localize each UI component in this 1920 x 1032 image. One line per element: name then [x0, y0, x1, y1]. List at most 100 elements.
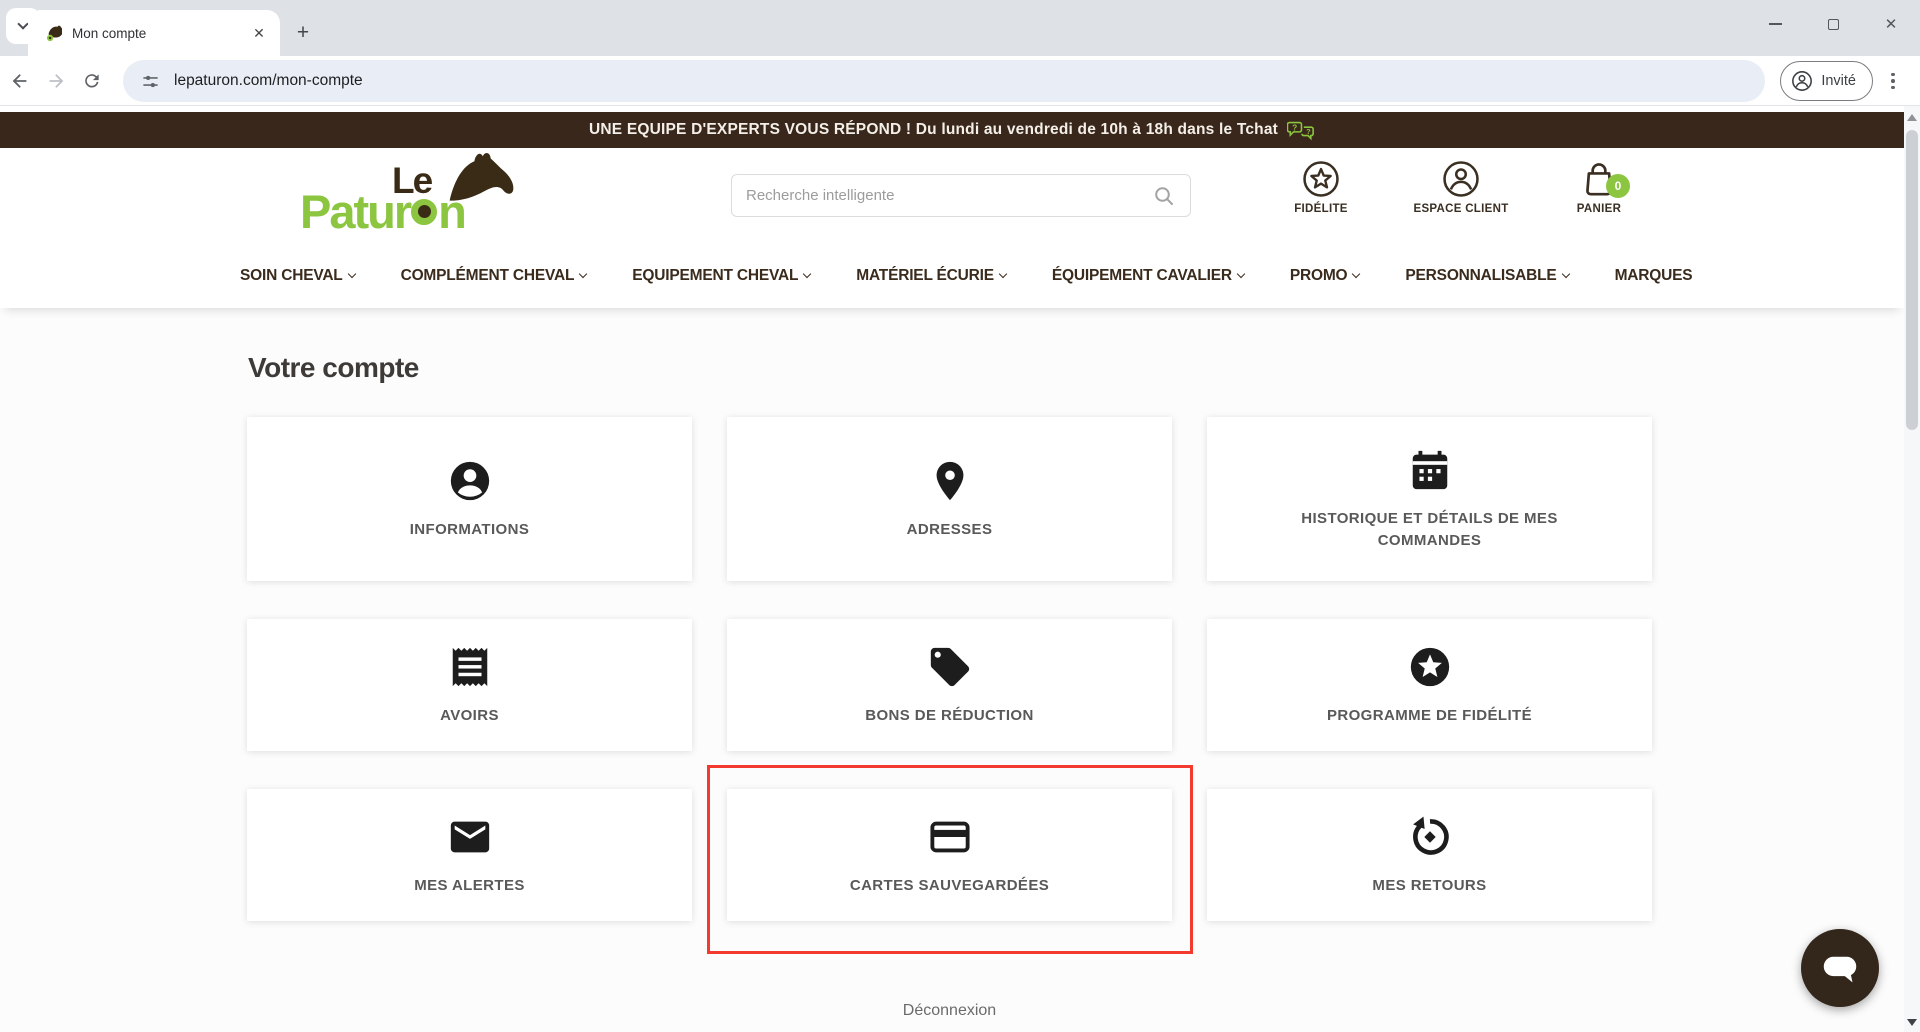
guest-profile-icon [1792, 71, 1813, 91]
nav-item-equipement-cheval[interactable]: EQUIPEMENT CHEVAL [632, 267, 812, 285]
header-action-label: PANIER [1576, 203, 1622, 215]
nav-item-promo[interactable]: PROMO [1290, 267, 1361, 285]
receipt-icon [447, 644, 493, 690]
map-pin-icon [927, 458, 973, 504]
header-action-panier[interactable]: PANIER 0 [1534, 160, 1664, 215]
logout-link[interactable]: Déconnexion [247, 1002, 1652, 1020]
site-header: Le Paturn FIDÉLITE [0, 148, 1904, 244]
account-card-cartes-sauvegardees[interactable]: CARTES SAUVEGARDÉES [707, 765, 1193, 954]
reload-button[interactable] [74, 63, 110, 99]
envelope-icon [447, 814, 493, 860]
header-action-espace-client[interactable]: ESPACE CLIENT [1396, 160, 1526, 215]
browser-toolbar: lepaturon.com/mon-compte Invité [0, 56, 1920, 106]
main-navigation: SOIN CHEVAL COMPLÉMENT CHEVAL EQUIPEMENT… [0, 244, 1904, 308]
nav-item-complement-cheval[interactable]: COMPLÉMENT CHEVAL [401, 267, 588, 285]
card-label: AVOIRS [440, 706, 499, 724]
scrollbar-thumb[interactable] [1906, 130, 1918, 430]
forward-button[interactable] [38, 63, 74, 99]
account-cards-grid: INFORMATIONS ADRESSES HISTORIQUE ET DÉTA… [247, 417, 1652, 954]
cart-count-badge: 0 [1606, 174, 1630, 198]
logo-o-ring [411, 198, 438, 225]
card-label: MES RETOURS [1372, 876, 1487, 894]
account-card-bons-de-reduction[interactable]: BONS DE RÉDUCTION [727, 619, 1172, 751]
address-bar[interactable]: lepaturon.com/mon-compte [123, 60, 1765, 102]
plus-icon: + [296, 21, 310, 44]
chevron-down-icon [1352, 269, 1361, 279]
browser-profile-button[interactable]: Invité [1780, 61, 1873, 101]
account-card-adresses[interactable]: ADRESSES [727, 417, 1172, 581]
nav-item-soin-cheval[interactable]: SOIN CHEVAL [240, 267, 356, 285]
tab-title: Mon compte [72, 25, 147, 41]
card-label: BONS DE RÉDUCTION [865, 706, 1034, 724]
forward-arrow-icon [49, 74, 64, 88]
card-label: MES ALERTES [414, 876, 525, 894]
window-minimize-button[interactable] [1746, 0, 1804, 48]
chat-widget-button[interactable] [1801, 929, 1879, 1007]
account-card-avoirs[interactable]: AVOIRS [247, 619, 692, 751]
scroll-up-arrow-icon[interactable] [1907, 114, 1917, 121]
nav-item-equipement-cavalier[interactable]: ÉQUIPEMENT CAVALIER [1052, 267, 1246, 285]
search-input[interactable] [746, 187, 1152, 204]
profile-label: Invité [1821, 73, 1856, 89]
window-controls: ✕ [1746, 0, 1920, 48]
user-circle-icon [1443, 161, 1479, 197]
person-circle-icon [447, 458, 493, 504]
back-button[interactable] [2, 63, 38, 99]
dots-menu-icon [1891, 72, 1895, 77]
nav-item-materiel-ecurie[interactable]: MATÉRIEL ÉCURIE [856, 267, 1008, 285]
card-label: ADRESSES [906, 520, 993, 538]
calendar-icon [1407, 447, 1453, 493]
account-card-programme-fidelite[interactable]: PROGRAMME DE FIDÉLITÉ [1207, 619, 1652, 751]
card-label: INFORMATIONS [409, 520, 530, 538]
header-action-label: ESPACE CLIENT [1413, 203, 1509, 215]
nav-item-personnalisable[interactable]: PERSONNALISABLE [1405, 267, 1570, 285]
screen: Mon compte ✕ + ✕ lepaturon.com/mon-compt… [0, 0, 1920, 1032]
card-label: HISTORIQUE ET DÉTAILS DE MES COMMANDES [1301, 509, 1558, 549]
chat-bubbles-icon[interactable]: ? ? [1287, 118, 1315, 142]
browser-menu-button[interactable] [1880, 68, 1906, 94]
tab-close-icon[interactable]: ✕ [250, 24, 268, 42]
account-card-historique-commandes[interactable]: HISTORIQUE ET DÉTAILS DE MES COMMANDES [1207, 417, 1652, 581]
site-logo[interactable]: Le Patur n [300, 152, 525, 240]
window-restore-button[interactable] [1804, 0, 1862, 48]
header-action-label: FIDÉLITE [1294, 203, 1348, 215]
chevron-down-icon [803, 269, 812, 279]
window-close-button[interactable]: ✕ [1862, 0, 1920, 48]
scroll-down-arrow-icon[interactable] [1907, 1019, 1917, 1026]
chevron-down-icon [1236, 269, 1246, 279]
account-card-informations[interactable]: INFORMATIONS [247, 417, 692, 581]
search-icon[interactable] [1152, 184, 1176, 208]
chevron-down-icon [998, 269, 1008, 279]
chat-bubble-icon [1823, 956, 1857, 983]
card-label: PROGRAMME DE FIDÉLITÉ [1326, 706, 1533, 724]
account-page: Votre compte INFORMATIONS ADRESSES HISTO… [0, 308, 1904, 1032]
chevron-down-icon [1561, 269, 1570, 279]
announcement-text: UNE EQUIPE D'EXPERTS VOUS RÉPOND ! Du lu… [588, 121, 1279, 138]
close-icon: ✕ [1884, 16, 1898, 33]
page-scrollbar[interactable] [1904, 106, 1920, 1032]
credit-card-icon [927, 814, 973, 860]
restore-icon [1827, 18, 1839, 30]
minimize-icon [1768, 23, 1782, 25]
return-arrow-icon [1407, 814, 1453, 860]
site-announcement-bar: UNE EQUIPE D'EXPERTS VOUS RÉPOND ! Du lu… [0, 112, 1904, 148]
card-label: CARTES SAUVEGARDÉES [849, 876, 1050, 894]
logo-text-paturon: Patur n [300, 185, 467, 238]
search-box [731, 174, 1191, 217]
svg-text:?: ? [1292, 122, 1297, 132]
browser-tab-mon-compte[interactable]: Mon compte ✕ [28, 10, 280, 56]
reload-icon [85, 74, 99, 88]
account-card-mes-alertes[interactable]: MES ALERTES [247, 789, 692, 921]
header-action-fidelite[interactable]: FIDÉLITE [1256, 160, 1386, 215]
site-settings-icon [143, 75, 158, 87]
url-text: lepaturon.com/mon-compte [174, 72, 363, 89]
svg-text:?: ? [1306, 127, 1311, 136]
back-arrow-icon [12, 74, 27, 88]
chevron-down-icon [579, 269, 588, 279]
page-title: Votre compte [248, 352, 419, 383]
nav-item-marques[interactable]: MARQUES [1615, 267, 1693, 285]
new-tab-button[interactable]: + [290, 20, 316, 46]
account-card-mes-retours[interactable]: MES RETOURS [1207, 789, 1652, 921]
site-favicon-horse-icon [44, 24, 62, 42]
star-circle-icon [1303, 161, 1339, 197]
